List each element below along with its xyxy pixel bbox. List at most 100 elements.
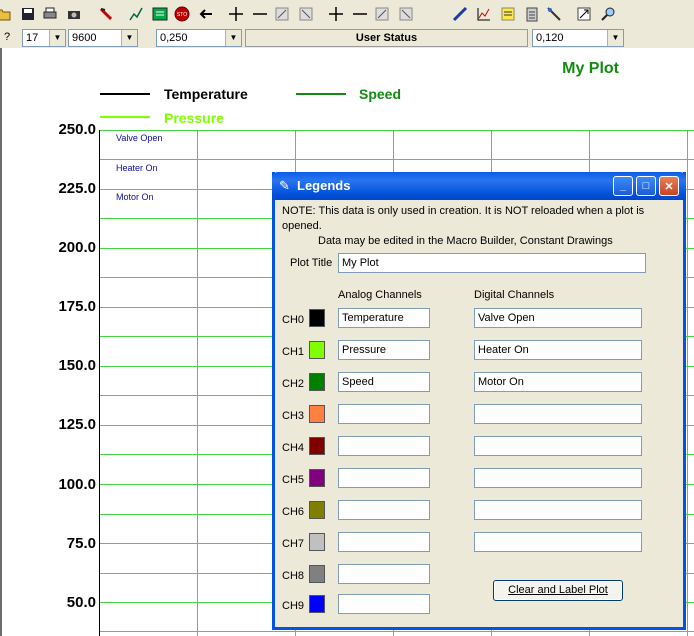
dialog-titlebar[interactable]: ✎ Legends _ □ ✕ xyxy=(272,172,686,200)
channel-label-ch0: CH0 xyxy=(282,314,305,326)
chevron-down-icon[interactable]: ▼ xyxy=(49,30,65,46)
digital-input-ch2[interactable]: Motor On xyxy=(474,372,642,392)
channel-label-ch1: CH1 xyxy=(282,346,305,358)
note-icon[interactable] xyxy=(498,4,518,24)
digital-input-ch6[interactable] xyxy=(474,500,642,520)
y-axis xyxy=(99,130,100,636)
y-tick-label: 175.0 xyxy=(58,298,96,315)
channel-value: 17 xyxy=(26,32,39,44)
pen-icon: ✎ xyxy=(279,178,290,193)
cross-add2-icon[interactable] xyxy=(326,4,346,24)
interval-value: 0,250 xyxy=(160,32,188,44)
channel-label-ch8: CH8 xyxy=(282,570,305,582)
close-button[interactable]: ✕ xyxy=(659,176,679,196)
color-swatch-ch0[interactable] xyxy=(309,309,325,327)
legend-label-temperature: Temperature xyxy=(164,86,248,102)
maximize-button[interactable]: □ xyxy=(636,176,656,196)
status-field: User Status xyxy=(245,29,528,47)
channel-label-ch7: CH7 xyxy=(282,538,305,550)
plot-title-input[interactable]: My Plot xyxy=(338,253,646,273)
line-icon[interactable] xyxy=(372,4,392,24)
grid-vline xyxy=(197,130,198,636)
digital-label: Motor On xyxy=(116,192,154,202)
resize-icon[interactable] xyxy=(574,4,594,24)
marker-icon[interactable] xyxy=(96,4,116,24)
slash-icon[interactable] xyxy=(272,4,292,24)
channel-combo[interactable]: 17 ▼ xyxy=(22,29,66,47)
clear-button-label: Clear and Label Plot xyxy=(508,584,608,596)
probe-icon[interactable] xyxy=(544,4,564,24)
channel-label-ch5: CH5 xyxy=(282,474,305,486)
line2-icon[interactable] xyxy=(396,4,416,24)
digital-input-ch7[interactable] xyxy=(474,532,642,552)
analog-input-ch4[interactable] xyxy=(338,436,430,456)
minus2-icon[interactable] xyxy=(350,4,370,24)
color-swatch-ch7[interactable] xyxy=(309,533,325,551)
legend-line-pressure xyxy=(100,116,150,118)
analog-input-ch6[interactable] xyxy=(338,500,430,520)
chart-icon[interactable] xyxy=(474,4,494,24)
grid-vline xyxy=(687,130,688,636)
digital-input-ch0[interactable]: Valve Open xyxy=(474,308,642,328)
clear-and-label-plot-button[interactable]: Clear and Label Plot xyxy=(493,580,623,601)
analog-input-ch7[interactable] xyxy=(338,532,430,552)
grid-icon[interactable] xyxy=(150,4,170,24)
digital-input-ch4[interactable] xyxy=(474,436,642,456)
digital-input-ch5[interactable] xyxy=(474,468,642,488)
legend-line-temperature xyxy=(100,93,150,95)
chevron-down-icon[interactable]: ▼ xyxy=(607,30,623,46)
minimize-button[interactable]: _ xyxy=(613,176,633,196)
analog-input-ch2[interactable]: Speed xyxy=(338,372,430,392)
analog-input-ch9[interactable] xyxy=(338,594,430,614)
chevron-down-icon[interactable]: ▼ xyxy=(121,30,137,46)
y-tick-label: 75.0 xyxy=(66,535,96,552)
analog-input-ch1[interactable]: Pressure xyxy=(338,340,430,360)
cross-add-icon[interactable] xyxy=(226,4,246,24)
color-swatch-ch9[interactable] xyxy=(309,595,325,613)
stop-icon[interactable]: STO xyxy=(172,4,192,24)
pencil-icon[interactable] xyxy=(450,4,470,24)
settings-toolbar: ? 17 ▼ 9600 ▼ 0,250 ▼ User Status 0,120 ▼ xyxy=(0,28,694,49)
back-arrow-icon[interactable] xyxy=(196,4,216,24)
timebase-value: 0,120 xyxy=(536,32,564,44)
analog-input-ch3[interactable] xyxy=(338,404,430,424)
color-swatch-ch2[interactable] xyxy=(309,373,325,391)
minus-icon[interactable] xyxy=(250,4,270,24)
help-glyph[interactable]: ? xyxy=(4,31,10,43)
channel-label-ch3: CH3 xyxy=(282,410,305,422)
plot-title-label: Plot Title xyxy=(290,257,333,269)
color-swatch-ch6[interactable] xyxy=(309,501,325,519)
note-text: NOTE: This data is only used in creation… xyxy=(282,204,682,249)
digital-input-ch1[interactable]: Heater On xyxy=(474,340,642,360)
save-icon[interactable] xyxy=(18,4,38,24)
slash2-icon[interactable] xyxy=(296,4,316,24)
zoom-icon[interactable] xyxy=(598,4,618,24)
color-swatch-ch5[interactable] xyxy=(309,469,325,487)
note-line-1: NOTE: This data is only used in creation… xyxy=(282,205,645,232)
color-swatch-ch3[interactable] xyxy=(309,405,325,423)
open-folder-icon[interactable] xyxy=(0,4,14,24)
plot-title: My Plot xyxy=(562,60,619,77)
camera-icon[interactable] xyxy=(64,4,84,24)
y-tick-label: 50.0 xyxy=(66,594,96,611)
color-swatch-ch1[interactable] xyxy=(309,341,325,359)
digital-label: Valve Open xyxy=(116,133,163,143)
svg-text:STO: STO xyxy=(177,12,187,18)
baud-combo[interactable]: 9600 ▼ xyxy=(68,29,138,47)
chevron-down-icon[interactable]: ▼ xyxy=(225,30,241,46)
legend-label-pressure: Pressure xyxy=(164,110,224,126)
timebase-combo[interactable]: 0,120 ▼ xyxy=(532,29,624,47)
color-swatch-ch8[interactable] xyxy=(309,565,325,583)
y-tick-label: 225.0 xyxy=(58,180,96,197)
analog-input-ch5[interactable] xyxy=(338,468,430,488)
grid-hline xyxy=(100,159,694,160)
analog-input-ch0[interactable]: Temperature xyxy=(338,308,430,328)
interval-combo[interactable]: 0,250 ▼ xyxy=(156,29,242,47)
color-swatch-ch4[interactable] xyxy=(309,437,325,455)
pen-icon[interactable] xyxy=(126,4,146,24)
print-icon[interactable] xyxy=(40,4,60,24)
clipboard-icon[interactable] xyxy=(522,4,542,24)
analog-input-ch8[interactable] xyxy=(338,564,430,584)
grid-hline xyxy=(100,631,694,632)
digital-input-ch3[interactable] xyxy=(474,404,642,424)
